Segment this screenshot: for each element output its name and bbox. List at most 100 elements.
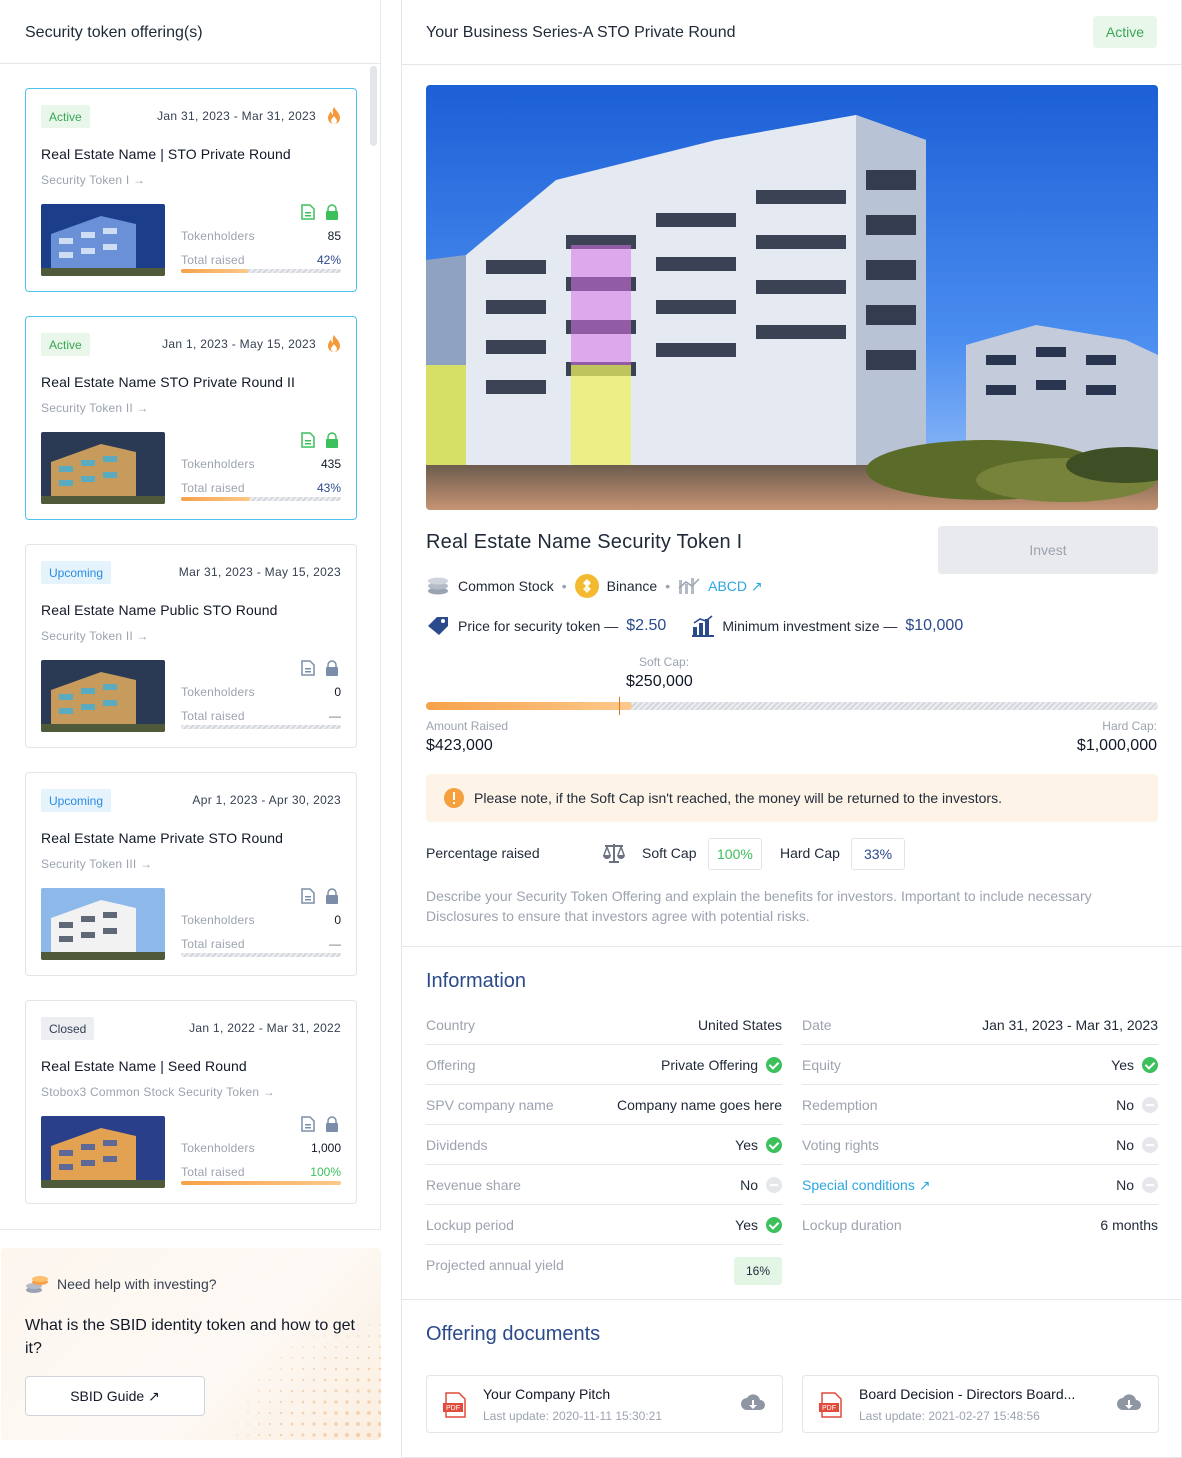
svg-text:PDF: PDF — [446, 1405, 460, 1412]
info-key: Equity — [802, 1057, 841, 1073]
card-icons — [301, 204, 341, 220]
invest-button[interactable]: Invest — [938, 526, 1158, 574]
offering-card[interactable]: Active Jan 31, 2023 - Mar 31, 2023 Real … — [25, 88, 357, 292]
minus-icon — [1142, 1137, 1158, 1153]
info-row: Special conditions ↗ No — [802, 1165, 1158, 1205]
pdf-icon: PDF — [819, 1392, 842, 1418]
info-row: Dividends Yes — [426, 1125, 782, 1165]
raise-progress-fill — [426, 702, 633, 710]
status-badge: Active — [41, 333, 90, 356]
info-row: Equity Yes — [802, 1045, 1158, 1085]
document-icon[interactable] — [301, 888, 315, 904]
special-conditions-link[interactable]: Special conditions ↗ — [802, 1177, 930, 1194]
info-value: No — [1116, 1177, 1134, 1193]
raise-progress-bar — [181, 497, 341, 501]
info-row: Country United States — [426, 1005, 782, 1045]
offering-card[interactable]: Closed Jan 1, 2022 - Mar 31, 2022 Real E… — [25, 1000, 357, 1204]
check-icon — [766, 1057, 782, 1073]
raise-progress-bar — [181, 953, 341, 957]
status-badge: Active — [41, 105, 90, 128]
offering-title: Real Estate Name STO Private Round II — [41, 374, 295, 390]
property-thumbnail — [41, 660, 165, 732]
info-key: Country — [426, 1017, 476, 1033]
document-updated: Last update: 2020-11-11 15:30:21 — [483, 1409, 663, 1423]
card-icons — [301, 432, 341, 448]
warning-icon — [444, 788, 464, 808]
min-investment-label: Minimum investment size — — [722, 618, 898, 634]
total-raised-value: — — [329, 937, 341, 951]
property-image — [426, 85, 1158, 510]
cloud-download-icon[interactable] — [1116, 1394, 1142, 1414]
info-row: Lockup duration 6 months — [802, 1205, 1158, 1245]
check-icon — [766, 1137, 782, 1153]
security-token-link[interactable]: Security Token I → — [41, 173, 145, 187]
info-value: Private Offering — [660, 1057, 758, 1073]
offering-description: Describe your Security Token Offering an… — [426, 888, 1092, 924]
security-token-link[interactable]: Security Token II → — [41, 401, 149, 415]
lock-icon[interactable] — [325, 888, 339, 904]
lock-icon[interactable] — [325, 204, 339, 220]
document-card[interactable]: PDF Board Decision - Directors Board... … — [802, 1375, 1159, 1433]
detail-header: Your Business Series-A STO Private Round… — [402, 0, 1181, 65]
document-icon[interactable] — [301, 660, 315, 676]
yield-badge: 16% — [733, 1257, 782, 1285]
ticker-link[interactable]: ABCD ↗ — [708, 578, 763, 595]
offering-card[interactable]: Upcoming Mar 31, 2023 - May 15, 2023 Rea… — [25, 544, 357, 748]
document-updated: Last update: 2021-02-27 15:48:56 — [859, 1409, 1040, 1423]
total-raised-value: 42% — [316, 253, 341, 267]
status-badge: Upcoming — [41, 561, 112, 584]
check-icon — [1142, 1057, 1158, 1073]
info-key: Revenue share — [426, 1177, 521, 1193]
info-value: Yes — [735, 1137, 758, 1153]
info-key: Redemption — [802, 1097, 878, 1113]
info-value: Yes — [1111, 1057, 1134, 1073]
security-token-link[interactable]: Security Token II → — [41, 629, 149, 643]
info-row: Redemption No — [802, 1085, 1158, 1125]
property-thumbnail — [41, 888, 165, 960]
soft-cap-label: Soft Cap: — [639, 655, 690, 669]
offering-title: Real Estate Name Private STO Round — [41, 830, 284, 846]
information-title: Information — [426, 970, 527, 992]
raise-progress-bar — [181, 269, 341, 273]
offering-card[interactable]: Active Jan 1, 2023 - May 15, 2023 Real E… — [25, 316, 357, 520]
tokenholders-count: 435 — [320, 457, 341, 471]
document-icon[interactable] — [301, 1116, 315, 1132]
document-icon[interactable] — [301, 204, 315, 220]
info-value: No — [740, 1177, 758, 1193]
cloud-download-icon[interactable] — [740, 1394, 766, 1414]
info-value: Jan 31, 2023 - Mar 31, 2023 — [982, 1017, 1158, 1033]
token-meta: Common Stock • Binance • ABCD ↗ — [426, 574, 763, 598]
separator-dot: • — [561, 578, 567, 594]
info-key: Voting rights — [802, 1137, 880, 1153]
document-name: Your Company Pitch — [483, 1386, 611, 1402]
info-row: Revenue share No — [426, 1165, 782, 1205]
soft-cap-pct-label: Soft Cap — [642, 845, 697, 861]
card-icons — [301, 1116, 341, 1132]
info-key: Offering — [426, 1057, 476, 1073]
document-icon[interactable] — [301, 432, 315, 448]
lock-icon[interactable] — [325, 1116, 339, 1132]
lock-icon[interactable] — [325, 432, 339, 448]
sbid-guide-button[interactable]: SBID Guide ↗ — [25, 1376, 205, 1416]
tokenholders-count: 0 — [334, 913, 341, 927]
scrollbar[interactable] — [370, 66, 377, 146]
help-question: What is the SBID identity token and how … — [25, 1317, 355, 1357]
lock-icon[interactable] — [325, 660, 339, 676]
amount-raised-label: Amount Raised — [426, 719, 509, 733]
raise-progress-fill — [181, 269, 249, 273]
price-label: Price for security token — — [458, 618, 619, 634]
security-token-link[interactable]: Stobox3 Common Stock Security Token → — [41, 1085, 275, 1099]
status-badge: Active — [1092, 16, 1157, 48]
minus-icon — [766, 1177, 782, 1193]
tokenholders-count: 85 — [327, 229, 341, 243]
raise-progress-bar — [181, 1181, 341, 1185]
document-card[interactable]: PDF Your Company Pitch Last update: 2020… — [426, 1375, 783, 1433]
security-token-link[interactable]: Security Token III → — [41, 857, 152, 871]
tokenholders-count: 1,000 — [310, 1141, 341, 1155]
pdf-icon: PDF — [443, 1392, 466, 1418]
raise-progress-bar — [426, 697, 1158, 715]
property-thumbnail — [41, 432, 165, 504]
info-key: Date — [802, 1017, 832, 1033]
info-key: Dividends — [426, 1137, 488, 1153]
offering-card[interactable]: Upcoming Apr 1, 2023 - Apr 30, 2023 Real… — [25, 772, 357, 976]
